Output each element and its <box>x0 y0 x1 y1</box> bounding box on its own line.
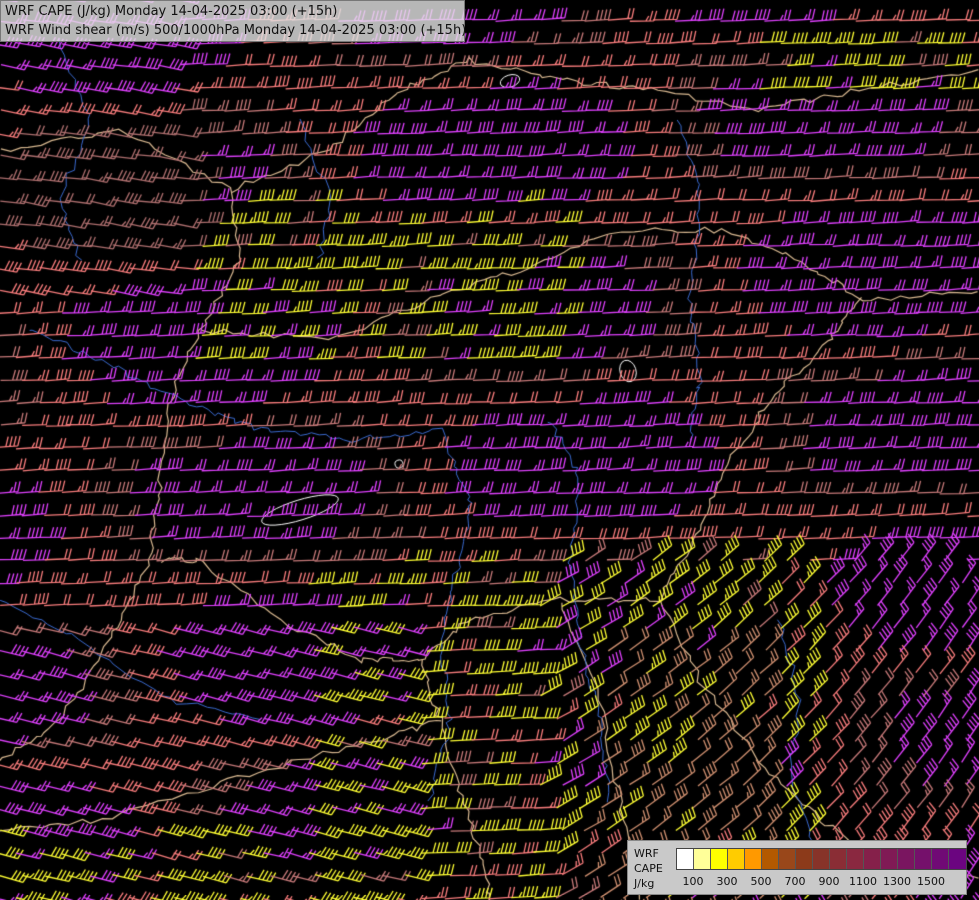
legend-tick-labels: 100 300 500 700 900 1100 1300 1500 <box>676 875 966 889</box>
wind-shear-title: WRF Wind shear (m/s) 500/1000hPa Monday … <box>5 23 467 38</box>
legend-swatch <box>830 849 847 869</box>
map-title-panel: WRF CAPE (J/kg) Monday 14-04-2025 03:00 … <box>0 0 467 42</box>
legend-tick-label: 500 <box>750 875 772 888</box>
legend-swatch <box>745 849 762 869</box>
legend-swatch <box>949 849 966 869</box>
legend-tick-label: 1100 <box>849 875 877 888</box>
legend-swatch <box>864 849 881 869</box>
legend-swatch <box>847 849 864 869</box>
legend-tick-label: 1500 <box>917 875 945 888</box>
legend-swatch <box>881 849 898 869</box>
legend-swatch <box>915 849 932 869</box>
legend-swatch <box>813 849 830 869</box>
legend-swatch <box>932 849 949 869</box>
legend-swatch <box>898 849 915 869</box>
legend-unit-label: J/kg <box>634 877 655 890</box>
legend-swatch <box>762 849 779 869</box>
legend-model-label: WRF <box>634 847 659 860</box>
wind-shear-barb-map[interactable] <box>0 0 979 900</box>
legend-swatch <box>779 849 796 869</box>
legend-tick-label: 1300 <box>883 875 911 888</box>
legend-swatch <box>728 849 745 869</box>
legend-tick-label: 900 <box>818 875 840 888</box>
legend-field-label: CAPE <box>634 862 663 875</box>
legend-tick-label: 700 <box>784 875 806 888</box>
legend-swatch <box>694 849 711 869</box>
legend-swatch <box>711 849 728 869</box>
legend-tick-label: 300 <box>716 875 738 888</box>
cape-title: WRF CAPE (J/kg) Monday 14-04-2025 03:00 … <box>5 4 338 19</box>
legend-color-scale <box>676 848 967 870</box>
legend-tick-label: 100 <box>682 875 704 888</box>
cape-legend: WRF CAPE J/kg 100 300 500 700 900 1100 1300 150… <box>627 840 967 895</box>
legend-swatch <box>796 849 813 869</box>
legend-swatch <box>677 849 694 869</box>
